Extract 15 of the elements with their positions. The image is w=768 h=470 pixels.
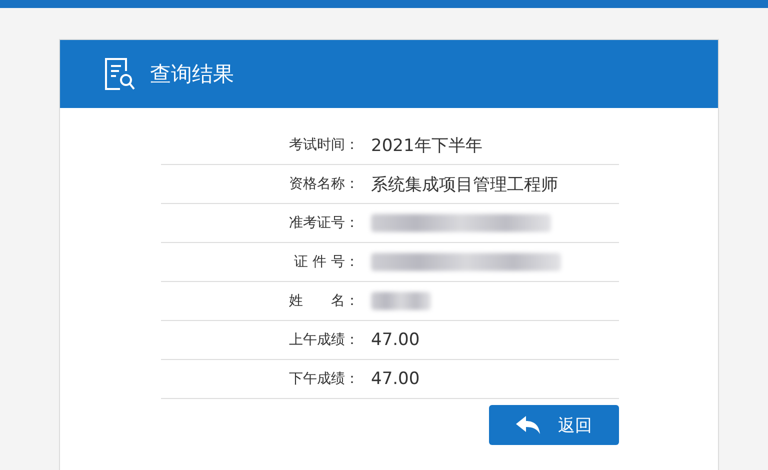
field-label: 上午成绩： (288, 331, 359, 349)
field-value: 2021年下半年 (371, 134, 482, 156)
field-value: 系统集成项目管理工程师 (371, 174, 558, 196)
field-value: 47.00 (371, 330, 420, 350)
back-arrow-icon (516, 416, 540, 434)
field-label: 证 件 号： (293, 253, 359, 271)
back-button[interactable]: 返回 (489, 405, 619, 445)
header-title: 查询结果 (150, 61, 234, 88)
field-label: 姓 名： (288, 292, 359, 310)
field-value: 47.00 (371, 369, 420, 389)
field-label: 考试时间： (288, 136, 359, 154)
field-label: 下午成绩： (288, 370, 359, 388)
field-label: 准考证号： (288, 214, 359, 232)
field-label: 资格名称： (288, 175, 359, 193)
document-search-icon (104, 57, 136, 91)
